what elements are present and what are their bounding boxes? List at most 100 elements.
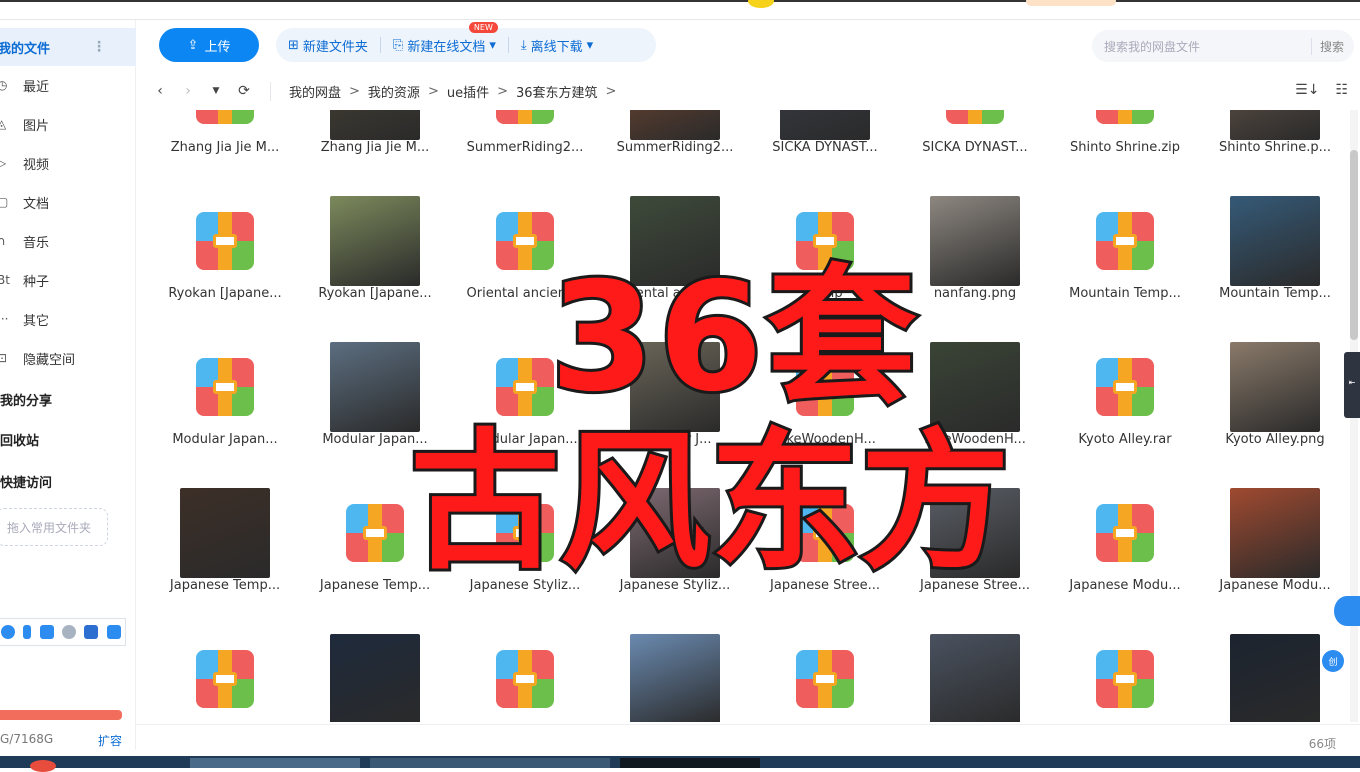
file-tile[interactable] xyxy=(750,650,900,722)
sidebar-item-label: 其它 xyxy=(23,313,50,329)
image-thumbnail xyxy=(930,342,1020,432)
back-icon[interactable]: ‹ xyxy=(146,83,174,99)
window-top-strip xyxy=(0,0,1360,20)
archive-icon xyxy=(780,196,870,286)
history-dropdown-icon[interactable]: ▼ xyxy=(202,86,230,96)
breadcrumb-item[interactable]: 我的资源 xyxy=(368,82,420,101)
archive-icon xyxy=(180,634,270,722)
quick-access-drop-zone[interactable]: 拖入常用文件夹 xyxy=(0,508,108,546)
image-thumbnail xyxy=(930,634,1020,722)
sidebar-item-quick-access[interactable]: 快捷访问 xyxy=(0,472,52,491)
expand-link[interactable]: 扩容 xyxy=(98,732,122,749)
lock-icon: ⊡ xyxy=(0,351,8,365)
archive-icon xyxy=(1080,488,1170,578)
image-thumbnail xyxy=(1230,110,1320,140)
search-input[interactable]: 搜索我的网盘文件 搜索 xyxy=(1092,30,1354,62)
file-name: Shinto Shrine.p... xyxy=(1219,140,1331,155)
nav-bar: ‹ › ▼ ⟳ 我的网盘 > 我的资源 > ue插件 > 36套东方建筑 > ☰… xyxy=(136,72,1360,110)
file-tile[interactable] xyxy=(1050,650,1200,722)
file-name: Japanese Modu... xyxy=(1219,578,1331,593)
list-view-icon[interactable]: ☷ xyxy=(1335,82,1348,98)
file-name: ....zip xyxy=(807,286,843,301)
more-dots-icon[interactable]: ⋮ xyxy=(92,39,106,55)
torrent-icon: Bt xyxy=(0,273,10,287)
file-name: SICKA DYNAST... xyxy=(922,140,1028,155)
image-thumbnail xyxy=(1230,488,1320,578)
sidebar-item-label: 我的文件 xyxy=(0,41,51,57)
refresh-icon[interactable]: ⟳ xyxy=(230,83,258,99)
scrollbar-thumb[interactable] xyxy=(1350,150,1358,340)
sidebar-item-my-files[interactable]: 我的文件 ⋮ xyxy=(0,28,136,66)
archive-icon xyxy=(780,488,870,578)
sidebar-item-image[interactable]: ◬ 图片 xyxy=(0,105,136,143)
archive-icon xyxy=(1080,342,1170,432)
file-name: SICKA DYNAST... xyxy=(772,140,878,155)
side-panel-tab[interactable]: ⇤ xyxy=(1344,352,1360,418)
sidebar-item-clock[interactable]: ◷ 最近 xyxy=(0,66,136,104)
archive-icon xyxy=(780,342,870,432)
breadcrumb-item[interactable]: 36套东方建筑 xyxy=(516,82,598,101)
file-tile[interactable] xyxy=(300,634,450,722)
taskbar-app[interactable] xyxy=(370,758,610,768)
file-name: Japanese Styliz... xyxy=(619,578,731,593)
offline-download-button[interactable]: ⤓ 离线下载 ▾ xyxy=(509,36,605,55)
archive-icon xyxy=(480,488,570,578)
os-taskbar xyxy=(0,756,1360,772)
file-name: Modular Japan... xyxy=(172,432,278,447)
sidebar-item-label: 图片 xyxy=(23,118,50,134)
sidebar-item-document[interactable]: ▢ 文档 xyxy=(0,183,136,221)
sort-icon[interactable]: ☰↓ xyxy=(1295,82,1319,98)
grid-icon[interactable] xyxy=(106,625,121,639)
file-tile[interactable] xyxy=(450,650,600,722)
image-thumbnail xyxy=(630,634,720,722)
new-online-doc-label: 新建在线文档 xyxy=(407,39,486,55)
start-icon[interactable] xyxy=(30,760,56,772)
image-thumbnail xyxy=(330,634,420,722)
file-name: Ryokan [Japane... xyxy=(318,286,432,301)
sidebar-item-recycle[interactable]: 回收站 xyxy=(0,430,39,449)
image-thumbnail xyxy=(630,110,720,140)
archive-icon xyxy=(1080,196,1170,286)
new-folder-button[interactable]: ⊞ 新建文件夹 xyxy=(276,36,380,55)
quota-text: G/7168G xyxy=(0,732,54,746)
item-count: 66项 xyxy=(1308,737,1336,751)
forward-icon[interactable]: › xyxy=(174,83,202,99)
keyboard-icon[interactable] xyxy=(39,625,54,639)
taskbar-app[interactable] xyxy=(190,758,360,768)
file-tile[interactable] xyxy=(900,634,1050,722)
archive-icon xyxy=(480,196,570,286)
taskbar-app[interactable] xyxy=(620,758,760,768)
archive-icon xyxy=(1080,634,1170,722)
assistant-float-icon[interactable] xyxy=(1334,596,1360,626)
user-icon[interactable] xyxy=(62,625,77,639)
sidebar-item-video[interactable]: ▷ 视频 xyxy=(0,144,136,182)
breadcrumb-item[interactable]: 我的网盘 xyxy=(289,82,341,101)
new-folder-label: 新建文件夹 xyxy=(302,39,368,55)
shirt-icon[interactable] xyxy=(84,625,99,639)
create-float-button[interactable]: 创 xyxy=(1322,650,1344,672)
file-name: Zhang Jia Jie M... xyxy=(320,140,430,155)
sidebar-item-label: 种子 xyxy=(23,274,50,290)
circle-icon[interactable] xyxy=(1,625,16,639)
file-tile[interactable] xyxy=(150,650,300,722)
image-thumbnail xyxy=(930,196,1020,286)
top-border xyxy=(0,0,1360,2)
image-thumbnail xyxy=(330,196,420,286)
upload-button[interactable]: ⇪ 上传 xyxy=(159,28,259,62)
microphone-icon[interactable] xyxy=(23,625,32,639)
sidebar-item-music[interactable]: ∩ 音乐 xyxy=(0,222,136,260)
sidebar-item-label: 文档 xyxy=(23,196,50,212)
file-grid: Zhang Jia Jie M... Zhang Jia Jie M... Summ… xyxy=(150,110,1346,722)
search-button[interactable]: 搜索 xyxy=(1310,37,1344,55)
image-thumbnail xyxy=(1230,342,1320,432)
sidebar-item-torrent[interactable]: Bt 种子 xyxy=(0,261,136,299)
sidebar-item-more[interactable]: ··· 其它 xyxy=(0,300,136,338)
status-bar: 66项 xyxy=(136,724,1360,754)
file-tile[interactable]: Japan Mount Fuji xyxy=(600,634,750,722)
archive-icon xyxy=(480,634,570,722)
new-online-doc-button[interactable]: ⎘ 新建在线文档 ▾ NEW xyxy=(381,21,508,55)
breadcrumb-item[interactable]: ue插件 xyxy=(447,82,489,101)
sidebar-item-lock[interactable]: ⊡ 隐藏空间 xyxy=(0,339,136,377)
promo-blob xyxy=(1026,0,1116,6)
sidebar-item-my-share[interactable]: 我的分享 xyxy=(0,390,52,409)
